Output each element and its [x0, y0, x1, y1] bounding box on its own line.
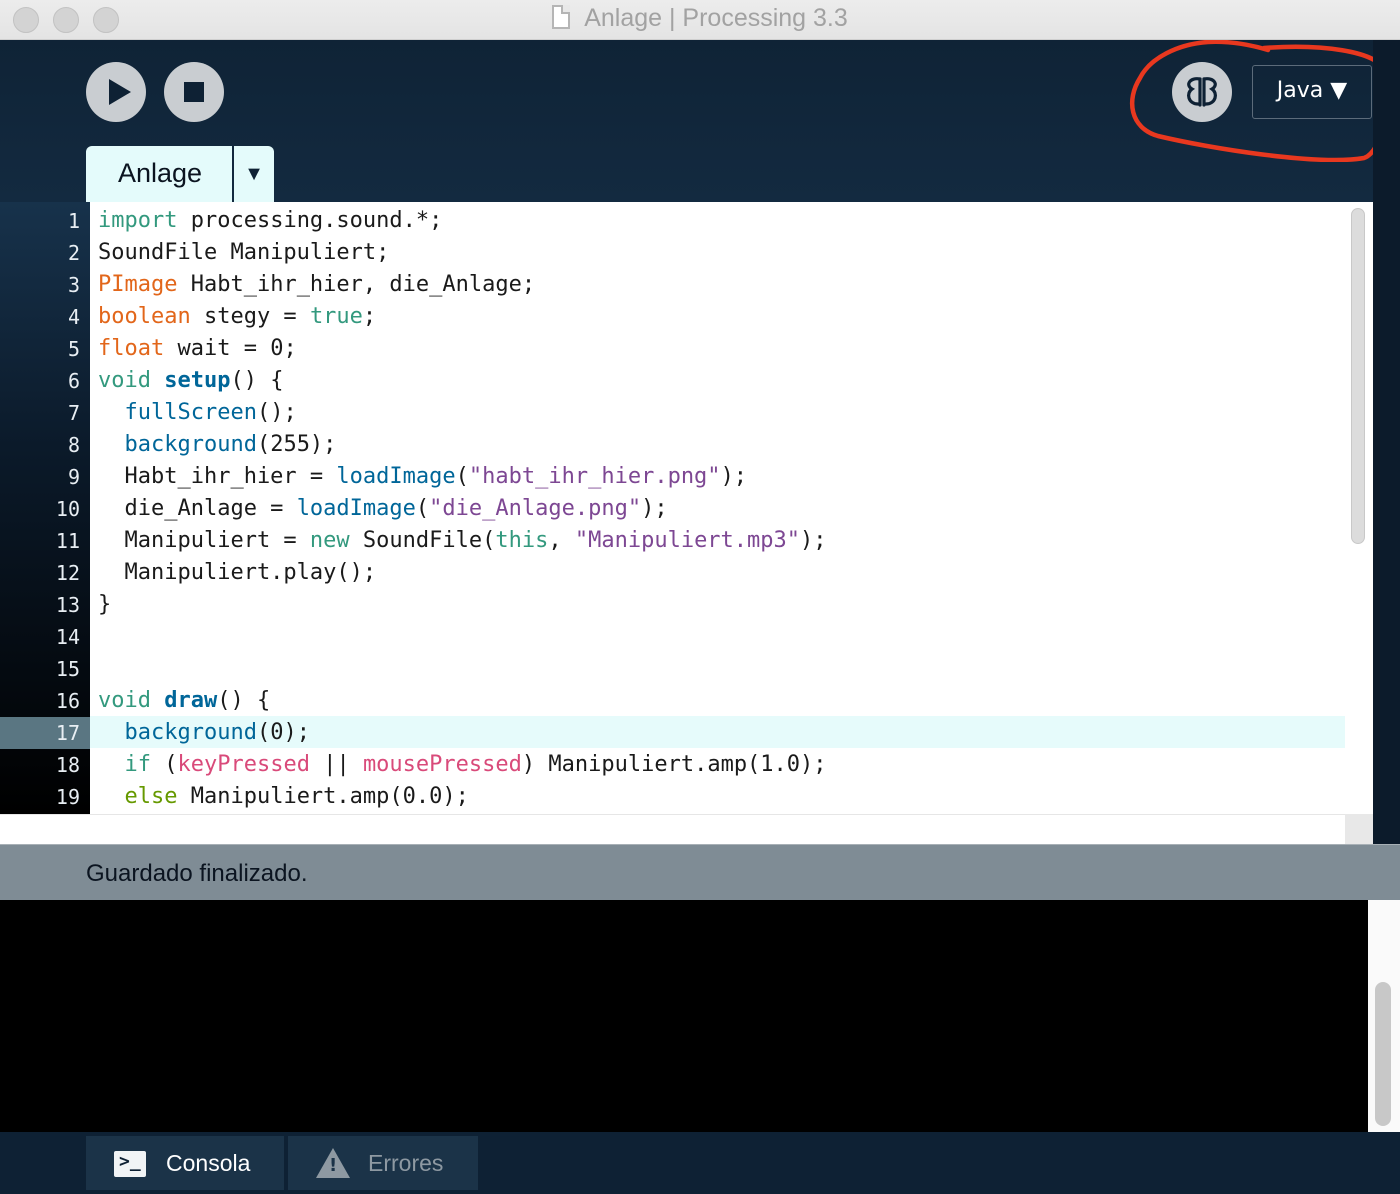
editor-scroll-thumb[interactable]: [1351, 208, 1365, 544]
bottom-panel-tabs: >_ Consola ! Errores: [0, 1132, 1400, 1194]
code-line: void setup() {: [98, 368, 284, 393]
line-number: 15: [55, 657, 80, 681]
tab-errors-label: Errores: [368, 1150, 444, 1176]
status-message: Guardado finalizado.: [86, 860, 308, 887]
line-number: 18: [55, 753, 80, 777]
code-line: Manipuliert.play();: [98, 560, 377, 585]
document-icon: [552, 5, 571, 29]
run-button[interactable]: [86, 62, 146, 122]
line-number: 5: [67, 337, 80, 361]
code-line: background(0);: [124, 720, 310, 745]
editor-vertical-scrollbar[interactable]: [1345, 202, 1373, 814]
warning-icon: !: [316, 1148, 350, 1178]
code-line: die_Anlage = loadImage("die_Anlage.png")…: [98, 496, 668, 521]
code-line: background(255);: [124, 432, 337, 457]
line-number: 2: [67, 241, 80, 265]
window-title-container: Anlage | Processing 3.3: [0, 4, 1400, 33]
code-line: float wait = 0;: [98, 336, 297, 361]
console-output[interactable]: [0, 900, 1368, 1132]
code-line: void draw() {: [98, 688, 271, 713]
code-line: SoundFile Manipuliert;: [98, 240, 390, 265]
tab-anlage[interactable]: Anlage: [86, 146, 232, 202]
code-line: }: [98, 592, 112, 617]
window-titlebar: Anlage | Processing 3.3: [0, 0, 1400, 40]
window-title: Anlage | Processing 3.3: [584, 4, 848, 32]
line-number: 14: [55, 625, 80, 649]
line-number: 19: [55, 785, 80, 809]
line-number: 1: [67, 209, 80, 233]
line-number: 10: [55, 497, 80, 521]
line-number: 13: [55, 593, 80, 617]
stop-icon: [184, 82, 204, 102]
code-line: Habt_ihr_hier = loadImage("habt_ihr_hier…: [98, 464, 748, 489]
line-number: 12: [55, 561, 80, 585]
tab-console-label: Consola: [166, 1150, 251, 1176]
play-icon: [109, 79, 131, 105]
line-number: 8: [67, 433, 80, 457]
code-line: import processing.sound.*;: [98, 208, 443, 233]
window-right-edge: [1373, 40, 1400, 844]
code-line: fullScreen();: [124, 400, 297, 425]
editor-horizontal-scrollbar[interactable]: [0, 814, 1345, 845]
code-editor[interactable]: import processing.sound.*; SoundFile Man…: [90, 202, 1345, 814]
code-line: boolean stegy = true;: [98, 304, 377, 329]
line-number: 7: [67, 401, 80, 425]
line-number: 16: [55, 689, 80, 713]
code-line: else Manipuliert.amp(0.0);: [124, 784, 469, 809]
debug-button[interactable]: [1172, 62, 1232, 122]
terminal-icon: >_: [114, 1151, 146, 1177]
code-line: PImage Habt_ihr_hier, die_Anlage;: [98, 272, 536, 297]
code-line: Manipuliert = new SoundFile(this, "Manip…: [98, 528, 827, 553]
scrollbar-corner: [1345, 814, 1373, 844]
line-number: 6: [67, 369, 80, 393]
tab-menu-button[interactable]: ▼: [234, 146, 274, 202]
line-number: 4: [67, 305, 80, 329]
line-number: 11: [55, 529, 80, 553]
console-scrollbar[interactable]: [1368, 900, 1400, 1132]
line-number-current: 17: [0, 717, 90, 749]
code-line: if (keyPressed || mousePressed) Manipuli…: [124, 752, 827, 777]
stop-button[interactable]: [164, 62, 224, 122]
tab-console[interactable]: >_ Consola: [86, 1136, 284, 1190]
line-number-gutter: 1 2 3 4 5 6 7 8 9 10 11 12 13 14 15 16 1…: [0, 202, 90, 814]
console-scroll-thumb[interactable]: [1375, 982, 1391, 1126]
tab-errors[interactable]: ! Errores: [288, 1136, 478, 1190]
line-number: 3: [67, 273, 80, 297]
mode-selector[interactable]: Java ▼: [1252, 65, 1372, 119]
status-bar: Guardado finalizado.: [0, 844, 1400, 900]
tab-anlage-label: Anlage: [118, 158, 203, 188]
butterfly-icon: [1187, 77, 1217, 107]
line-number: 9: [67, 465, 80, 489]
